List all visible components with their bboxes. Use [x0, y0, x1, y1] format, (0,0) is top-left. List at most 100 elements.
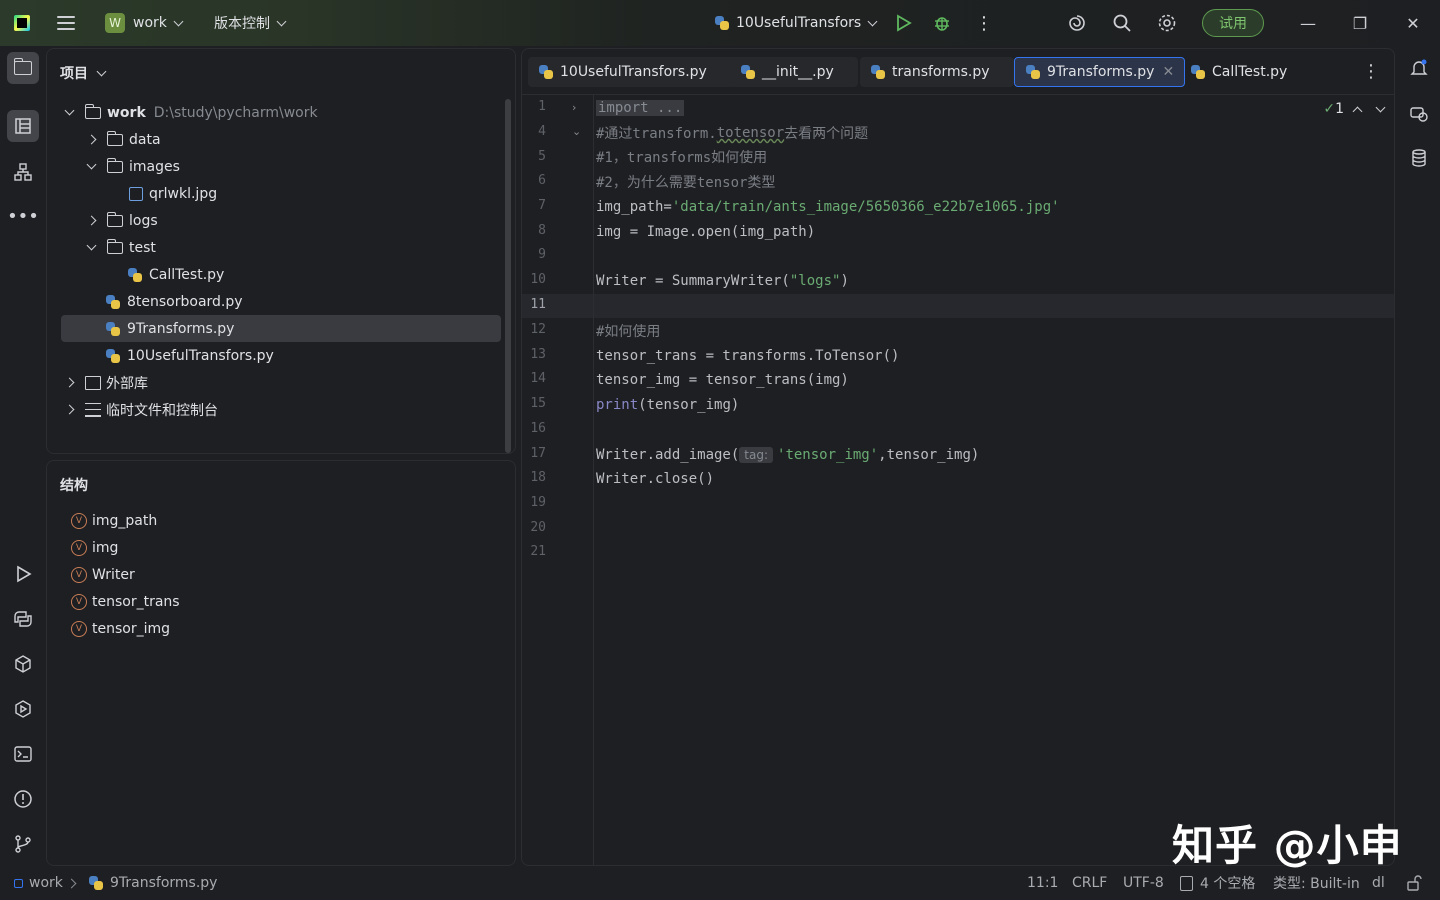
structure-icon	[15, 118, 31, 134]
run-tool-button[interactable]	[7, 558, 39, 590]
tree-path-hint: D:\study\pycharm\work	[153, 104, 318, 121]
project-scrollbar[interactable]	[505, 99, 511, 453]
tab-init[interactable]: __init__.py	[730, 57, 858, 87]
code-token: 'data/train/ants_image/5650366_e22b7e106…	[671, 199, 1060, 215]
ai-assistant-button[interactable]	[1067, 0, 1087, 46]
more-actions-button[interactable]: ⋮	[975, 0, 993, 46]
code-token: 去看两个问题	[784, 126, 869, 142]
tree-item-data[interactable]: data	[83, 126, 523, 153]
more-tools-button[interactable]: •••	[7, 200, 39, 232]
tree-item-work[interactable]: work D:\study\pycharm\work	[61, 99, 501, 126]
breadcrumb-file[interactable]: 9Transforms.py	[88, 866, 217, 900]
problems-button[interactable]	[7, 783, 39, 815]
search-button[interactable]	[1112, 0, 1132, 46]
project-panel-title-label: 项目	[60, 66, 88, 82]
file-encoding[interactable]: UTF-8	[1123, 866, 1164, 900]
vcs-menu[interactable]: 版本控制	[214, 0, 287, 46]
maximize-icon: ❐	[1352, 13, 1368, 33]
database-button[interactable]	[1403, 142, 1435, 174]
structure-item[interactable]: V Writer	[71, 561, 135, 588]
tree-item-qrlwkl[interactable]: qrlwkl.jpg	[129, 180, 569, 207]
breadcrumb-project[interactable]: work	[14, 866, 63, 900]
structure-panel-title: 结构	[60, 475, 88, 495]
indent-setting[interactable]: 4 个空格	[1180, 866, 1255, 900]
inspection-widget[interactable]: ✓1	[1323, 101, 1386, 117]
chevron-down-icon[interactable]	[1375, 102, 1386, 112]
code-token: img = Image.open(img_path)	[596, 224, 816, 240]
hierarchy-tool-button[interactable]	[7, 156, 39, 188]
run-config-selector[interactable]: 10UsefulTransfors	[714, 0, 878, 46]
tab-calltest[interactable]: CallTest.py	[1180, 57, 1297, 87]
line-separator[interactable]: CRLF	[1072, 866, 1107, 900]
python-packages-button[interactable]	[7, 648, 39, 680]
tree-item-9transforms[interactable]: 9Transforms.py	[61, 315, 501, 342]
code-line-5: #1，transforms如何使用	[596, 145, 767, 169]
structure-item-label: img	[92, 539, 119, 556]
structure-item[interactable]: V img	[71, 534, 118, 561]
tree-item-scratches[interactable]: 临时文件和控制台	[61, 396, 501, 423]
tab-10usefultransfors[interactable]: 10UsefulTransfors.py	[528, 57, 737, 87]
settings-button[interactable]	[1157, 0, 1177, 46]
tab-close-icon[interactable]: ✕	[1162, 64, 1174, 80]
tree-label: qrlwkl.jpg	[149, 185, 218, 202]
trial-button[interactable]: 试用	[1202, 0, 1264, 46]
tree-item-images[interactable]: images	[83, 153, 523, 180]
python-icon	[714, 15, 730, 31]
notifications-button[interactable]	[1403, 52, 1435, 84]
line-number: 14	[530, 371, 546, 386]
readonly-toggle[interactable]	[1406, 866, 1422, 900]
code-token: Writer.close()	[596, 471, 715, 487]
structure-item[interactable]: V tensor_trans	[71, 588, 180, 615]
variable-icon: V	[71, 593, 87, 610]
chevron-up-icon[interactable]	[1352, 106, 1363, 116]
indent-label: 4 个空格	[1200, 876, 1256, 892]
tree-item-calltest[interactable]: CallTest.py	[127, 261, 567, 288]
ai-chat-button[interactable]	[1403, 98, 1435, 130]
minimize-button[interactable]: —	[1298, 0, 1318, 46]
interpreter-setting[interactable]: 类型: Built-in	[1273, 866, 1360, 900]
folded-imports[interactable]: import ...	[596, 100, 685, 116]
maximize-button[interactable]: ❐	[1350, 0, 1370, 46]
structure-tool-button[interactable]	[7, 110, 39, 142]
fold-expand-icon[interactable]: ›	[572, 101, 576, 114]
structure-item[interactable]: V tensor_img	[71, 615, 170, 642]
line-number: 6	[538, 173, 546, 188]
main-menu-button[interactable]	[57, 0, 75, 46]
run-button[interactable]	[894, 0, 912, 46]
structure-item-label: Writer	[92, 566, 135, 583]
structure-item-label: img_path	[92, 512, 158, 529]
terminal-icon	[14, 746, 32, 762]
code-line-8: img = Image.open(img_path)	[596, 220, 815, 244]
tree-item-8tensorboard[interactable]: 8tensorboard.py	[105, 288, 545, 315]
code-line-6: #2，为什么需要tensor类型	[596, 170, 775, 194]
terminal-button[interactable]	[7, 738, 39, 770]
tree-item-10usefultransfors[interactable]: 10UsefulTransfors.py	[105, 342, 545, 369]
python-console-button[interactable]	[7, 603, 39, 635]
fold-collapse-icon[interactable]: ⌄	[572, 125, 581, 138]
hamburger-icon	[57, 16, 75, 30]
tabs-more-button[interactable]: ⋮	[1362, 61, 1380, 82]
caret-position[interactable]: 11:1	[1027, 866, 1058, 900]
project-tool-button[interactable]	[7, 52, 39, 84]
tab-9transforms[interactable]: 9Transforms.py ✕	[1014, 57, 1186, 87]
close-button[interactable]: ✕	[1403, 0, 1423, 46]
folder-icon	[106, 211, 123, 227]
status-extra[interactable]: dl	[1372, 866, 1385, 900]
project-switcher[interactable]: W work	[105, 0, 184, 46]
git-button[interactable]	[7, 828, 39, 860]
folder-icon	[13, 58, 32, 75]
project-panel-title[interactable]: 项目	[60, 63, 107, 83]
expand-arrow-icon	[83, 159, 99, 175]
line-number: 7	[538, 198, 546, 213]
python-file-icon	[870, 64, 886, 80]
tree-item-external-libs[interactable]: 外部库	[61, 369, 501, 396]
tree-item-test[interactable]: test	[83, 234, 523, 261]
tab-transforms[interactable]: transforms.py	[860, 57, 1014, 87]
services-button[interactable]	[7, 693, 39, 725]
tree-item-logs[interactable]: logs	[83, 207, 523, 234]
app-logo[interactable]	[14, 0, 30, 46]
line-separator-label: CRLF	[1072, 875, 1108, 891]
code-token: #2，为什么需要tensor类型	[596, 175, 776, 191]
debug-button[interactable]	[932, 0, 952, 46]
structure-item[interactable]: V img_path	[71, 507, 157, 534]
